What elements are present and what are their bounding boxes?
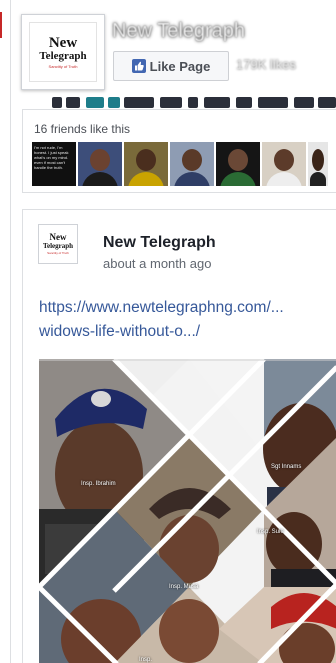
- friends-like-box: 16 friends like this I'm not rude, I'm h…: [22, 109, 336, 193]
- logo-text-telegraph: Telegraph: [42, 242, 74, 250]
- cover-photo-strip: [12, 94, 336, 108]
- friend-avatar[interactable]: [262, 142, 306, 186]
- likes-count: 179K likes: [236, 57, 296, 72]
- like-page-button[interactable]: Like Page: [113, 51, 229, 81]
- page-name-link[interactable]: New Telegraph: [112, 20, 245, 43]
- photo-tag-label: Insp. Ibrahim: [81, 481, 116, 487]
- logo-text-new: New: [48, 34, 78, 51]
- photo-tag-label: Insp.: [139, 657, 153, 663]
- new-telegraph-logo: New Telegraph Sanctity of Truth: [29, 22, 97, 82]
- page-avatar[interactable]: New Telegraph Sanctity of Truth: [21, 14, 105, 90]
- left-border-line: [10, 0, 11, 663]
- timeline-post: New Telegraph Sanctity of Truth New Tele…: [22, 209, 336, 663]
- photo-tag-label: Insp. Musa: [169, 584, 199, 590]
- new-telegraph-logo: New Telegraph Sanctity of Truth: [41, 227, 75, 261]
- post-author-avatar[interactable]: New Telegraph Sanctity of Truth: [38, 224, 78, 264]
- friend-avatar[interactable]: [216, 142, 260, 186]
- post-author-name[interactable]: New Telegraph: [103, 234, 216, 252]
- post-link-line-2[interactable]: widows-life-without-o.../: [39, 320, 335, 344]
- logo-tagline: Sanctity of Truth: [47, 251, 69, 255]
- post-link-line-1[interactable]: https://www.newtelegraphng.com/...: [39, 296, 335, 320]
- post-article-link[interactable]: https://www.newtelegraphng.com/... widow…: [39, 296, 335, 344]
- friend-avatar[interactable]: [124, 142, 168, 186]
- collage-photo-image: [39, 359, 336, 663]
- friends-like-text: 16 friends like this: [34, 122, 131, 136]
- like-page-label: Like Page: [149, 58, 211, 74]
- friend-avatar[interactable]: [308, 142, 328, 186]
- left-accent-bar: [0, 12, 2, 38]
- page-plugin-header: New Telegraph Sanctity of Truth New Tele…: [12, 0, 336, 108]
- photo-tag-label: Sgt Innams: [271, 464, 302, 470]
- facebook-thumb-icon: [131, 59, 146, 73]
- post-photo-collage[interactable]: Sgt Innams Insp. Sule Insp. Ibrahim Insp…: [39, 359, 336, 663]
- photo-tag-label: Insp. Sule: [257, 529, 284, 535]
- logo-text-telegraph: Telegraph: [39, 49, 87, 62]
- friends-avatar-row: I'm not rude, I'm honest. I just speak w…: [32, 142, 328, 186]
- logo-text-new: New: [49, 232, 67, 242]
- friend-avatar[interactable]: [170, 142, 214, 186]
- post-timestamp[interactable]: about a month ago: [103, 256, 211, 271]
- friend-avatar-quote[interactable]: I'm not rude, I'm honest. I just speak w…: [32, 142, 76, 186]
- logo-tagline: Sanctity of Truth: [48, 63, 78, 69]
- friend-avatar[interactable]: [78, 142, 122, 186]
